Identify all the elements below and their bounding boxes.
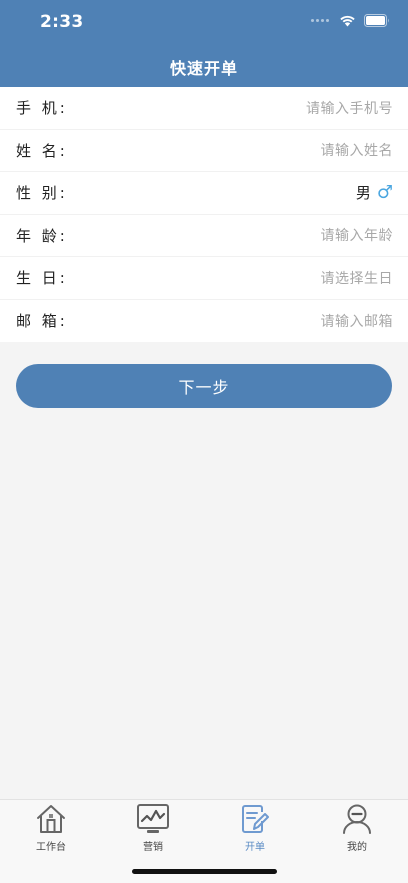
birthday-picker[interactable]: 请选择生日 xyxy=(321,268,394,288)
age-row[interactable]: 年 龄: 请输入年龄 xyxy=(0,215,408,257)
page-title: 快速开单 xyxy=(169,59,238,78)
name-label: 姓 名: xyxy=(16,141,68,160)
age-input[interactable]: 请输入年龄 xyxy=(321,225,394,245)
next-step-button[interactable]: 下一步 xyxy=(16,364,392,408)
tab-order-label: 开单 xyxy=(245,842,265,853)
email-row[interactable]: 邮 箱: 请输入邮箱 xyxy=(0,300,408,343)
tab-workbench-label: 工作台 xyxy=(36,842,66,853)
header: 2:33 快速开单 xyxy=(0,0,408,87)
signal-icon xyxy=(311,19,329,22)
gender-selector[interactable]: 男 ♂ xyxy=(356,182,393,203)
male-symbol-icon: ♂ xyxy=(376,181,393,203)
tab-profile-label: 我的 xyxy=(347,842,367,853)
battery-icon xyxy=(364,14,390,27)
email-label: 邮 箱: xyxy=(16,312,68,331)
home-indicator xyxy=(132,869,277,874)
order-form: 手 机: 请输入手机号 姓 名: 请输入姓名 性 别: 男 ♂ 年 龄: 请输入… xyxy=(0,87,408,342)
home-icon xyxy=(35,802,67,836)
marketing-chart-icon xyxy=(136,802,170,836)
tab-workbench[interactable]: 工作台 xyxy=(0,802,102,854)
tab-profile[interactable]: 我的 xyxy=(306,802,408,854)
status-icons xyxy=(311,14,390,27)
screen: 2:33 快速开单 手 机: 请输入手机号 姓 名: 请输入姓名 性 别: 男 … xyxy=(0,0,408,883)
name-input[interactable]: 请输入姓名 xyxy=(321,140,394,160)
tab-marketing-label: 营销 xyxy=(143,842,163,853)
birthday-row[interactable]: 生 日: 请选择生日 xyxy=(0,257,408,300)
wifi-icon xyxy=(339,14,356,27)
profile-icon xyxy=(341,802,373,836)
tab-marketing[interactable]: 营销 xyxy=(102,802,204,854)
phone-input[interactable]: 请输入手机号 xyxy=(306,98,393,118)
age-label: 年 龄: xyxy=(16,226,68,245)
gender-value: 男 xyxy=(355,184,371,203)
phone-row[interactable]: 手 机: 请输入手机号 xyxy=(0,87,408,130)
phone-label: 手 机: xyxy=(16,99,68,118)
gender-row[interactable]: 性 别: 男 ♂ xyxy=(0,172,408,215)
email-input[interactable]: 请输入邮箱 xyxy=(321,311,394,331)
order-edit-icon xyxy=(240,802,270,836)
birthday-label: 生 日: xyxy=(16,269,68,288)
tab-order[interactable]: 开单 xyxy=(204,802,306,854)
name-row[interactable]: 姓 名: 请输入姓名 xyxy=(0,130,408,172)
gender-label: 性 别: xyxy=(16,184,68,203)
status-time: 2:33 xyxy=(40,12,84,32)
